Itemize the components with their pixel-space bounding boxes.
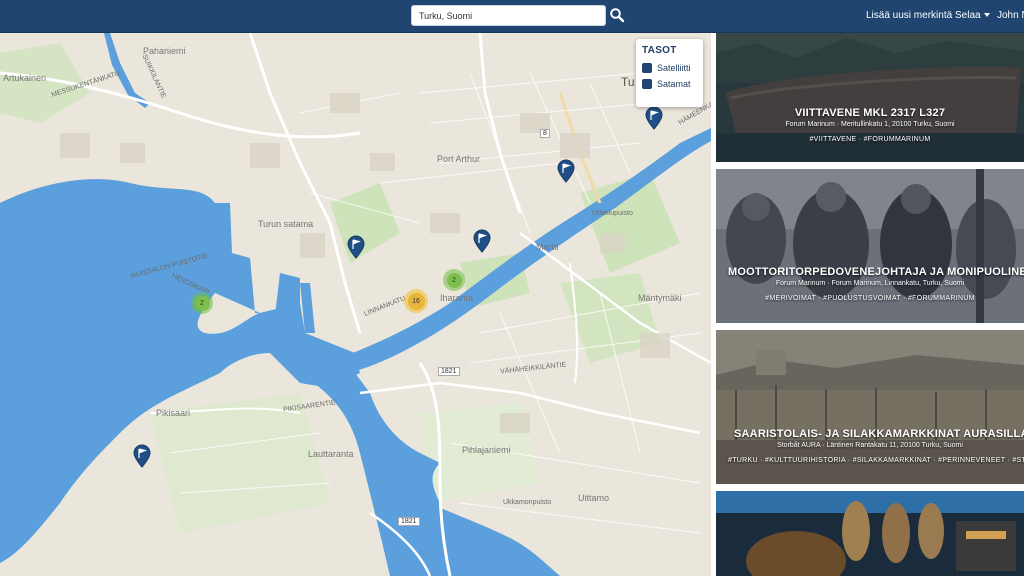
- browse-label: Selaa: [955, 10, 981, 21]
- search-input[interactable]: [411, 5, 606, 26]
- map-marker-flag[interactable]: [347, 235, 365, 259]
- card-tags: #MERIVOIMAT · #PUOLUSTUSVOIMAT · #FORUMM…: [765, 295, 975, 302]
- card-address: Storbåt AURA · Läntinen Rantakatu 11, 20…: [777, 442, 963, 449]
- map-marker-flag[interactable]: [645, 106, 663, 130]
- map-label-pikisaari: Pikisaari: [156, 408, 191, 418]
- result-card[interactable]: VIITTAVENE MKL 2317 L327 Forum Marinum ·…: [716, 33, 1024, 162]
- map-label-turun-satama: Turun satama: [258, 219, 314, 229]
- map-label-artukainen: Artukainen: [3, 73, 47, 83]
- card-title: VIITTAVENE MKL 2317 L327: [794, 107, 946, 119]
- layers-title: TASOT: [642, 45, 677, 56]
- layer-toggle-satellite[interactable]: Satelliitti: [642, 63, 697, 73]
- map-label-turku-city: Tu: [621, 75, 635, 89]
- card-title: SAARISTOLAIS- JA SILAKKAMARKKINAT AURASI…: [734, 428, 1024, 440]
- map-label-port-arthur: Port Arthur: [437, 154, 481, 164]
- map-road-1821-a: 1821: [438, 367, 460, 376]
- flag-marker-icon: [133, 444, 151, 468]
- map-label-mantymaki: Mäntymäki: [638, 293, 682, 303]
- flag-marker-icon: [645, 106, 663, 130]
- cluster-count: 2: [446, 272, 462, 288]
- layer-label: Satelliitti: [657, 63, 691, 73]
- caret-down-icon: [983, 13, 990, 18]
- map-label-iharanta: Iharanta: [440, 293, 474, 303]
- result-card[interactable]: MOOTTORITORPEDOVENEJOHTAJA JA MONIPUOLIN…: [716, 169, 1024, 323]
- search-button[interactable]: [609, 7, 625, 23]
- add-entry-link[interactable]: Lisää uusi merkintä: [866, 10, 952, 21]
- result-card[interactable]: SAARISTOLAIS- JA SILAKKAMARKKINAT AURASI…: [716, 330, 1024, 484]
- card-address: Forum Marinum · Forum Marinum, Linnankat…: [775, 280, 965, 287]
- card-title: MOOTTORITORPEDOVENEJOHTAJA JA MONIPUOLIN…: [728, 266, 1024, 278]
- layer-toggle-harbours[interactable]: Satamat: [642, 79, 697, 89]
- map-label-martti: Martti: [536, 242, 559, 252]
- browse-menu[interactable]: Selaa: [955, 10, 990, 21]
- map-label-urheilupuisto: Urheilupuisto: [592, 210, 633, 217]
- cluster-count: 2: [194, 295, 210, 311]
- map-cluster[interactable]: 2: [191, 292, 213, 314]
- top-navbar: Lisää uusi merkintä Selaa John N: [0, 0, 1024, 33]
- card-tags: #VIITTAVENE · #FORUMMARINUM: [809, 136, 931, 143]
- map-label-ukkamonpuisto: Ukkamonpuisto: [503, 499, 552, 506]
- card-tags: #TURKU · #KULTTUURIHISTORIA · #SILAKKAMA…: [728, 457, 1024, 464]
- flag-marker-icon: [473, 229, 491, 253]
- results-sidebar[interactable]: VIITTAVENE MKL 2317 L327 Forum Marinum ·…: [711, 33, 1024, 576]
- card-image: [716, 491, 1024, 576]
- user-menu[interactable]: John N: [997, 10, 1024, 21]
- result-card[interactable]: [716, 491, 1024, 576]
- cluster-count: 16: [407, 292, 425, 310]
- map-marker-flag[interactable]: [473, 229, 491, 253]
- flag-marker-icon: [557, 159, 575, 183]
- map-view[interactable]: Pahaniemi Artukainen MESSUKENTÄNKATU SUI…: [0, 33, 711, 576]
- layers-panel: TASOT Satelliitti Satamat: [636, 39, 703, 107]
- map-marker-flag[interactable]: [557, 159, 575, 183]
- map-marker-flag[interactable]: [133, 444, 151, 468]
- map-label-pihlajaniemi: Pihlajaniemi: [462, 445, 511, 455]
- map-label-pahaniemi: Pahaniemi: [143, 46, 186, 56]
- layer-label: Satamat: [657, 79, 691, 89]
- map-label-uittamo: Uittamo: [578, 493, 610, 503]
- map-label-lauttaranta: Lauttaranta: [308, 449, 354, 459]
- map-cluster[interactable]: 16: [404, 289, 428, 313]
- map-road-1821-b: 1821: [398, 517, 420, 526]
- layer-checkbox[interactable]: [642, 63, 652, 73]
- flag-marker-icon: [347, 235, 365, 259]
- map-cluster[interactable]: 2: [443, 269, 465, 291]
- search-icon: [610, 8, 625, 23]
- card-address: Forum Marinum · Meritullinkatu 1, 20100 …: [785, 121, 955, 128]
- layer-checkbox[interactable]: [642, 79, 652, 89]
- map-road-8: 8: [540, 129, 550, 138]
